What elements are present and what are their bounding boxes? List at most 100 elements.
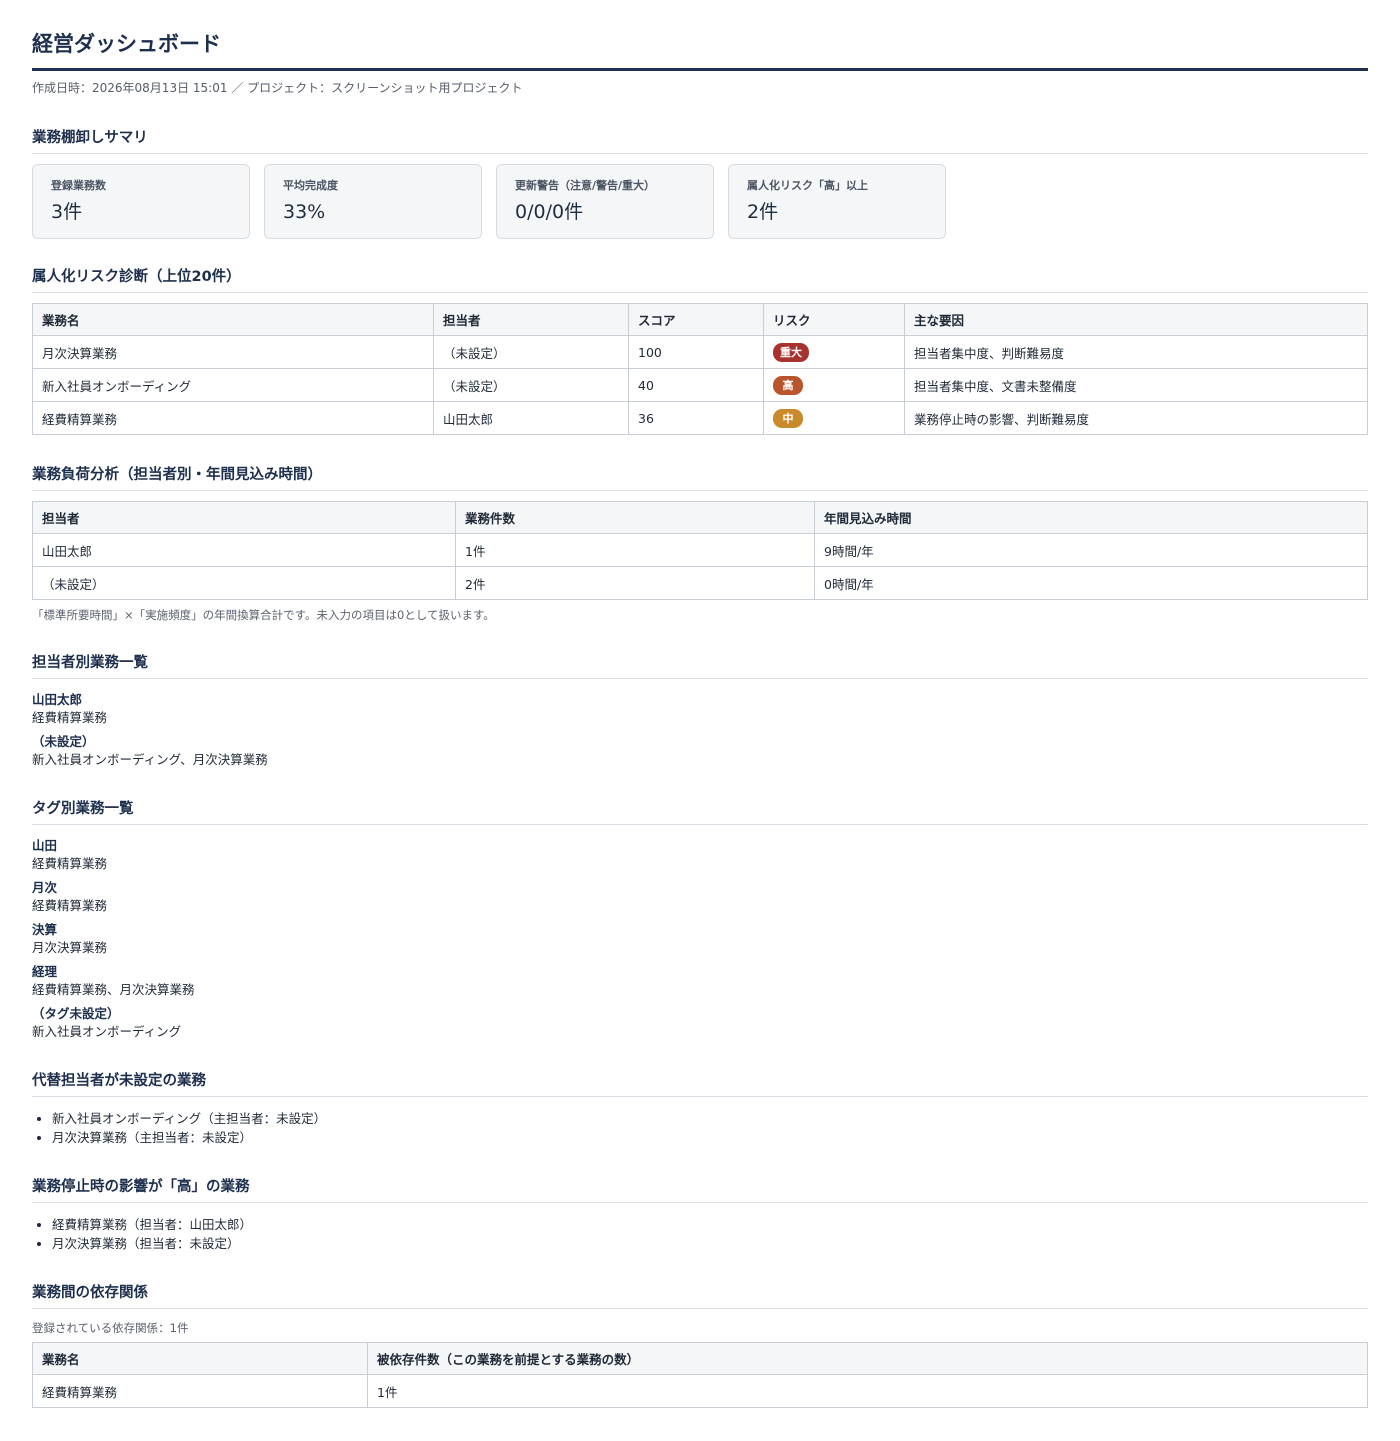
list-item: 経費精算業務（担当者：山田太郎） [52, 1215, 1368, 1234]
tag-group: 山田 経費精算業務 [32, 837, 1368, 873]
risk-badge: 高 [773, 375, 803, 395]
tag-name: 月次 [32, 880, 58, 895]
risk-heading: 属人化リスク診断（上位20件） [32, 267, 1368, 293]
risk-cell: 重大 [763, 335, 905, 369]
column-header: 年間見込み時間 [814, 501, 1368, 534]
table-row: 新入社員オンボーディング （未設定） 40 高 担当者集中度、文書未整備度 [32, 368, 1368, 402]
high-impact-section: 業務停止時の影響が「高」の業務 経費精算業務（担当者：山田太郎） 月次決算業務（… [32, 1177, 1368, 1253]
factors-cell: 担当者集中度、文書未整備度 [904, 368, 1368, 402]
risk-table: 業務名 担当者 スコア リスク 主な要因 月次決算業務 （未設定） 100 重大… [32, 303, 1368, 435]
risk-cell: 高 [763, 368, 905, 402]
score-cell: 36 [628, 401, 764, 435]
score-cell: 100 [628, 335, 764, 369]
by-owner-section: 担当者別業務一覧 山田太郎 経費精算業務 （未設定） 新入社員オンボーディング、… [32, 653, 1368, 769]
page-meta: 作成日時：2026年08月13日 15:01 ／ プロジェクト：スクリーンショッ… [32, 81, 523, 95]
column-header: 被依存件数（この業務を前提とする業務の数） [367, 1342, 1368, 1375]
tag-group: 経理 経費精算業務、月次決算業務 [32, 963, 1368, 999]
tag-name: （タグ未設定） [32, 1006, 120, 1021]
table-row: （未設定） 2件 0時間/年 [32, 566, 1368, 600]
table-row: 山田太郎 1件 9時間/年 [32, 533, 1368, 567]
risk-badge: 中 [773, 408, 803, 428]
dependencies-heading: 業務間の依存関係 [32, 1283, 1368, 1309]
tag-name: 決算 [32, 922, 58, 937]
table-header-row: 業務名 被依存件数（この業務を前提とする業務の数） [32, 1342, 1368, 1375]
owner-cell: 山田太郎 [32, 533, 456, 567]
tag-group: 月次 経費精算業務 [32, 879, 1368, 915]
table-row: 月次決算業務 （未設定） 100 重大 担当者集中度、判断難易度 [32, 335, 1368, 369]
tag-tasks: 経費精算業務 [32, 898, 108, 913]
risk-badge: 重大 [773, 342, 809, 362]
tag-group: （タグ未設定） 新入社員オンボーディング [32, 1005, 1368, 1041]
column-header: 業務名 [32, 1342, 368, 1375]
high-impact-list: 経費精算業務（担当者：山田太郎） 月次決算業務（担当者：未設定） [32, 1215, 1368, 1253]
column-header: 担当者 [433, 303, 629, 336]
summary-cards: 登録業務数 3件 平均完成度 33% 更新警告（注意/警告/重大） 0/0/0件… [32, 164, 1368, 239]
column-header: スコア [628, 303, 764, 336]
card-label: 登録業務数 [51, 179, 106, 192]
owner-tasks: 新入社員オンボーディング、月次決算業務 [32, 752, 268, 767]
card-label: 属人化リスク「高」以上 [747, 179, 868, 192]
card-label: 更新警告（注意/警告/重大） [515, 179, 656, 192]
count-cell: 1件 [455, 533, 815, 567]
factors-cell: 担当者集中度、判断難易度 [904, 335, 1368, 369]
card-value: 2件 [747, 201, 779, 223]
task-name-cell: 新入社員オンボーディング [32, 368, 434, 402]
owner-cell: （未設定） [32, 566, 456, 600]
owner-name: 山田太郎 [32, 692, 83, 707]
column-header: 担当者 [32, 501, 456, 534]
hours-cell: 0時間/年 [814, 566, 1368, 600]
tag-name: 山田 [32, 838, 58, 853]
tag-tasks: 新入社員オンボーディング [32, 1024, 182, 1039]
factors-cell: 業務停止時の影響、判断難易度 [904, 401, 1368, 435]
column-header: リスク [763, 303, 905, 336]
dependencies-section: 業務間の依存関係 登録されている依存関係：1件 業務名 被依存件数（この業務を前… [32, 1283, 1368, 1408]
column-header: 主な要因 [904, 303, 1368, 336]
summary-heading: 業務棚卸しサマリ [32, 128, 1368, 154]
count-cell: 2件 [455, 566, 815, 600]
owner-cell: 山田太郎 [433, 401, 629, 435]
owner-name: （未設定） [32, 734, 95, 749]
tag-tasks: 経費精算業務、月次決算業務 [32, 982, 195, 997]
dependencies-table: 業務名 被依存件数（この業務を前提とする業務の数） 経費精算業務 1件 [32, 1342, 1368, 1408]
tag-name: 経理 [32, 964, 58, 979]
tag-group: 決算 月次決算業務 [32, 921, 1368, 957]
card-value: 33% [283, 201, 326, 223]
by-tag-heading: タグ別業務一覧 [32, 799, 1368, 825]
task-name-cell: 月次決算業務 [32, 335, 434, 369]
card-value: 3件 [51, 201, 83, 223]
table-row: 経費精算業務 山田太郎 36 中 業務停止時の影響、判断難易度 [32, 401, 1368, 435]
score-cell: 40 [628, 368, 764, 402]
no-backup-section: 代替担当者が未設定の業務 新入社員オンボーディング（主担当者：未設定） 月次決算… [32, 1071, 1368, 1147]
summary-card-high-risk: 属人化リスク「高」以上 2件 [728, 164, 946, 239]
no-backup-list: 新入社員オンボーディング（主担当者：未設定） 月次決算業務（主担当者：未設定） [32, 1109, 1368, 1147]
summary-card-update-warnings: 更新警告（注意/警告/重大） 0/0/0件 [496, 164, 714, 239]
list-item: 新入社員オンボーディング（主担当者：未設定） [52, 1109, 1368, 1128]
summary-card-completion: 平均完成度 33% [264, 164, 482, 239]
column-header: 業務名 [32, 303, 434, 336]
load-section: 業務負荷分析（担当者別・年間見込み時間） 担当者 業務件数 年間見込み時間 山田… [32, 465, 1368, 623]
hours-cell: 9時間/年 [814, 533, 1368, 567]
owner-group: （未設定） 新入社員オンボーディング、月次決算業務 [32, 733, 1368, 769]
risk-cell: 中 [763, 401, 905, 435]
summary-card-task-count: 登録業務数 3件 [32, 164, 250, 239]
task-name-cell: 経費精算業務 [32, 1374, 368, 1408]
no-backup-heading: 代替担当者が未設定の業務 [32, 1071, 1368, 1097]
card-value: 0/0/0件 [515, 201, 584, 223]
tag-tasks: 月次決算業務 [32, 940, 108, 955]
load-heading: 業務負荷分析（担当者別・年間見込み時間） [32, 465, 1368, 491]
table-header-row: 業務名 担当者 スコア リスク 主な要因 [32, 303, 1368, 336]
tag-tasks: 経費精算業務 [32, 856, 108, 871]
owner-cell: （未設定） [433, 335, 629, 369]
summary-section: 業務棚卸しサマリ 登録業務数 3件 平均完成度 33% 更新警告（注意/警告/重… [32, 128, 1368, 239]
table-row: 経費精算業務 1件 [32, 1374, 1368, 1408]
task-name-cell: 経費精算業務 [32, 401, 434, 435]
dashboard-page: 経営ダッシュボード 作成日時：2026年08月13日 15:01 ／ プロジェク… [0, 0, 1400, 1408]
dependent-count-cell: 1件 [367, 1374, 1368, 1408]
dependencies-count: 登録されている依存関係：1件 [32, 1321, 189, 1335]
risk-section: 属人化リスク診断（上位20件） 業務名 担当者 スコア リスク 主な要因 月次決… [32, 267, 1368, 435]
owner-tasks: 経費精算業務 [32, 710, 108, 725]
table-header-row: 担当者 業務件数 年間見込み時間 [32, 501, 1368, 534]
load-table: 担当者 業務件数 年間見込み時間 山田太郎 1件 9時間/年 （未設定） 2件 … [32, 501, 1368, 600]
list-item: 月次決算業務（主担当者：未設定） [52, 1128, 1368, 1147]
owner-cell: （未設定） [433, 368, 629, 402]
